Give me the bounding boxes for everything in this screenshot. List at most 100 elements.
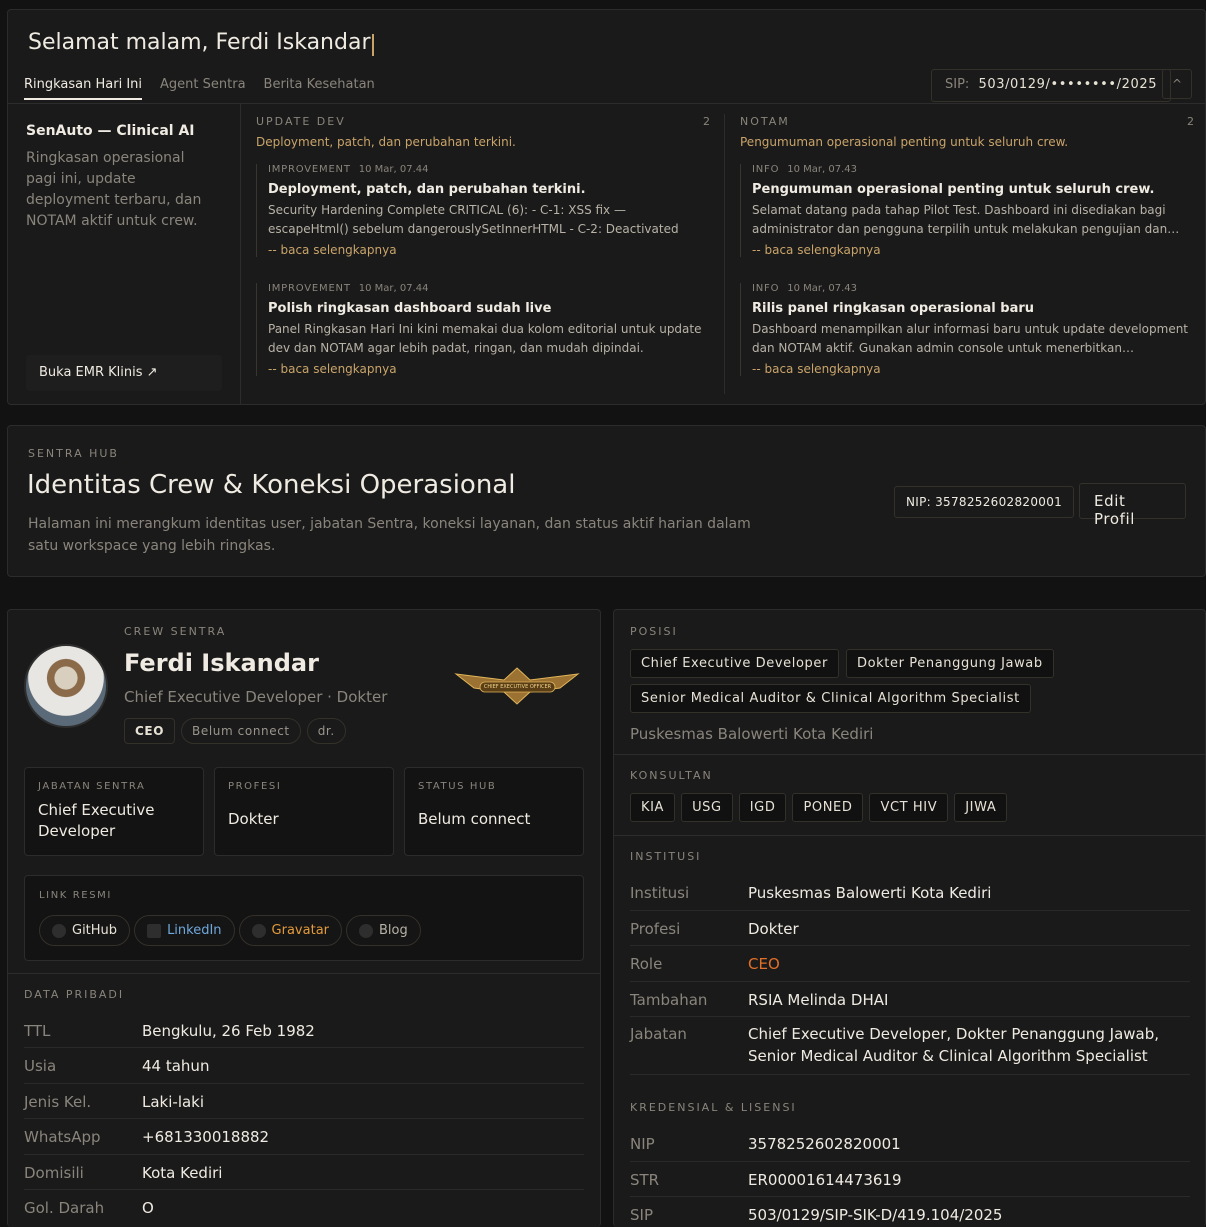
row-value: 44 tahun xyxy=(142,1057,210,1075)
posisi-chip: Chief Executive Developer xyxy=(630,649,839,678)
posisi-label: POSISI xyxy=(630,625,678,638)
senauto-sidebar: SenAuto — Clinical AI Ringkasan operasio… xyxy=(8,104,240,405)
profile-panel: CREW SENTRA Ferdi Iskandar Chief Executi… xyxy=(7,609,601,1227)
card-status-hub: STATUS HUB Belum connect xyxy=(404,767,584,856)
notam-label: NOTAM xyxy=(740,115,790,128)
row-value: RSIA Melinda DHAI xyxy=(748,991,889,1009)
kredensial-row: STR ER00001614473619 xyxy=(630,1162,1190,1197)
item-body: Security Hardening Complete CRITICAL (6)… xyxy=(268,203,679,236)
update-dev-item[interactable]: IMPROVEMENT 10 Mar, 07.44 Deployment, pat… xyxy=(256,164,710,257)
update-dev-subtitle: Deployment, patch, dan perubahan terkini… xyxy=(256,135,516,149)
pribadi-row: TTL Bengkulu, 26 Feb 1982 xyxy=(24,1013,584,1048)
item-date: 10 Mar, 07.43 xyxy=(787,283,858,294)
item-title: Deployment, patch, dan perubahan terkini… xyxy=(268,182,586,197)
item-date: 10 Mar, 07.44 xyxy=(358,164,429,175)
update-dev-count: 2 xyxy=(703,115,710,128)
konsultan-chip: KIA xyxy=(630,793,676,822)
card-label: PROFESI xyxy=(228,781,282,792)
row-value: Kota Kediri xyxy=(142,1164,223,1182)
sip-badge-label: SIP: xyxy=(945,77,970,92)
notam-item[interactable]: INFO 10 Mar, 07.43 Pengumuman operasional… xyxy=(740,164,1194,257)
item-tag: INFO xyxy=(752,164,780,175)
kredensial-label: KREDENSIAL & LISENSI xyxy=(630,1101,797,1114)
crew-label: CREW SENTRA xyxy=(124,625,227,638)
row-value: ER00001614473619 xyxy=(748,1171,902,1189)
tab-agent-sentra[interactable]: Agent Sentra xyxy=(160,77,246,100)
institusi-row: Jabatan Chief Executive Developer, Dokter… xyxy=(630,1017,1190,1075)
blog-link[interactable]: Blog xyxy=(346,915,421,946)
item-title: Rilis panel ringkasan operasional baru xyxy=(752,301,1035,316)
senauto-title: SenAuto — Clinical AI xyxy=(26,123,195,139)
text-cursor xyxy=(372,34,374,56)
item-tag: INFO xyxy=(752,283,780,294)
emblem-text: CHIEF EXECUTIVE OFFICER xyxy=(483,684,552,690)
institusi-section: INSTITUSI Institusi Puskesmas Balowerti K… xyxy=(630,850,1190,1075)
row-value: O xyxy=(142,1199,154,1217)
title-badge: dr. xyxy=(306,718,346,744)
pribadi-row: Jenis Kel. Laki-laki xyxy=(24,1084,584,1119)
item-tag: IMPROVEMENT xyxy=(268,283,351,294)
card-value: Dokter xyxy=(228,810,279,828)
gravatar-icon xyxy=(251,923,266,938)
gravatar-link[interactable]: Gravatar xyxy=(238,915,342,946)
card-value: Chief Executive Developer xyxy=(38,801,155,840)
edit-profile-button[interactable]: Edit Profil xyxy=(1079,483,1186,528)
tab-berita-kesehatan[interactable]: Berita Kesehatan xyxy=(264,77,375,100)
pribadi-row: Gol. Darah O xyxy=(24,1190,584,1226)
institusi-row: Role CEO xyxy=(630,946,1190,982)
read-more-link[interactable]: -- baca selengkapnya xyxy=(752,362,1194,376)
details-panel: POSISI Chief Executive Developer Dokter … xyxy=(613,609,1206,1227)
notam-column: NOTAM 2 Pengumuman operasional penting u… xyxy=(740,114,1194,399)
row-value: Puskesmas Balowerti Kota Kediri xyxy=(748,884,992,902)
row-key: Gol. Darah xyxy=(24,1199,105,1217)
item-body: Dashboard menampilkan alur informasi bar… xyxy=(752,322,1189,355)
posisi-chip: Senior Medical Auditor & Clinical Algori… xyxy=(630,684,1031,713)
hub-description: Halaman ini merangkum identitas user, ja… xyxy=(28,516,751,554)
read-more-link[interactable]: -- baca selengkapnya xyxy=(268,362,710,376)
posisi-section: POSISI Chief Executive Developer Dokter … xyxy=(630,625,1190,743)
github-link[interactable]: GitHub xyxy=(39,915,131,946)
konsultan-label: KONSULTAN xyxy=(630,769,713,782)
official-links: LINK RESMI GitHub LinkedIn Gravatar Blog xyxy=(24,875,584,961)
linkedin-icon xyxy=(147,923,162,938)
row-key: Domisili xyxy=(24,1164,84,1182)
pribadi-row: Domisili Kota Kediri xyxy=(24,1155,584,1190)
konsultan-chip: VCT HIV xyxy=(869,793,949,822)
greeting: Selamat malam, Ferdi Iskandar xyxy=(28,30,371,55)
github-icon xyxy=(52,923,66,938)
institusi-row: Institusi Puskesmas Balowerti Kota Kediri xyxy=(630,875,1190,911)
row-key: WhatsApp xyxy=(24,1128,101,1146)
linkedin-link[interactable]: LinkedIn xyxy=(134,915,235,946)
kredensial-section: KREDENSIAL & LISENSI NIP 3578252602820001… xyxy=(630,1101,1190,1227)
row-key: Role xyxy=(630,955,663,973)
link-label: Gravatar xyxy=(271,923,329,938)
row-value: 3578252602820001 xyxy=(748,1135,901,1153)
read-more-link[interactable]: -- baca selengkapnya xyxy=(268,243,710,257)
notam-count: 2 xyxy=(1187,115,1194,128)
profile-subtitle: Chief Executive Developer · Dokter xyxy=(124,688,388,706)
profile-name: Ferdi Iskandar xyxy=(124,649,319,677)
item-tag: IMPROVEMENT xyxy=(268,164,351,175)
pribadi-row: Usia 44 tahun xyxy=(24,1048,584,1084)
konsultan-section: KONSULTAN KIA USG IGD PONED VCT HIV JIWA xyxy=(630,769,1190,828)
notam-item[interactable]: INFO 10 Mar, 07.43 Rilis panel ringkasan … xyxy=(740,283,1194,376)
link-label: GitHub xyxy=(72,923,118,938)
data-pribadi-section: DATA PRIBADI TTL Bengkulu, 26 Feb 1982 Us… xyxy=(24,988,584,1226)
row-value: 503/0129/SIP-SIK-D/419.104/2025 xyxy=(748,1206,1003,1224)
emr-button[interactable]: Buka EMR Klinis ↗ xyxy=(26,355,222,391)
row-key: NIP xyxy=(630,1135,655,1153)
column-divider xyxy=(724,114,725,394)
hub-title: Identitas Crew & Koneksi Operasional xyxy=(27,470,516,500)
link-label: Blog xyxy=(379,923,408,938)
item-body: Panel Ringkasan Hari Ini kini memakai du… xyxy=(268,322,702,355)
row-key: Jabatan xyxy=(630,1025,687,1043)
update-dev-item[interactable]: IMPROVEMENT 10 Mar, 07.44 Polish ringkasa… xyxy=(256,283,710,376)
row-key: SIP xyxy=(630,1206,653,1224)
read-more-link[interactable]: -- baca selengkapnya xyxy=(752,243,1194,257)
card-value: Belum connect xyxy=(418,810,531,828)
row-value: Dokter xyxy=(748,920,799,938)
institusi-divider xyxy=(614,835,1205,836)
collapse-button[interactable]: ^ xyxy=(1162,69,1192,99)
tab-ringkasan[interactable]: Ringkasan Hari Ini xyxy=(24,77,143,100)
row-value: Chief Executive Developer, Dokter Penang… xyxy=(748,1025,1160,1065)
